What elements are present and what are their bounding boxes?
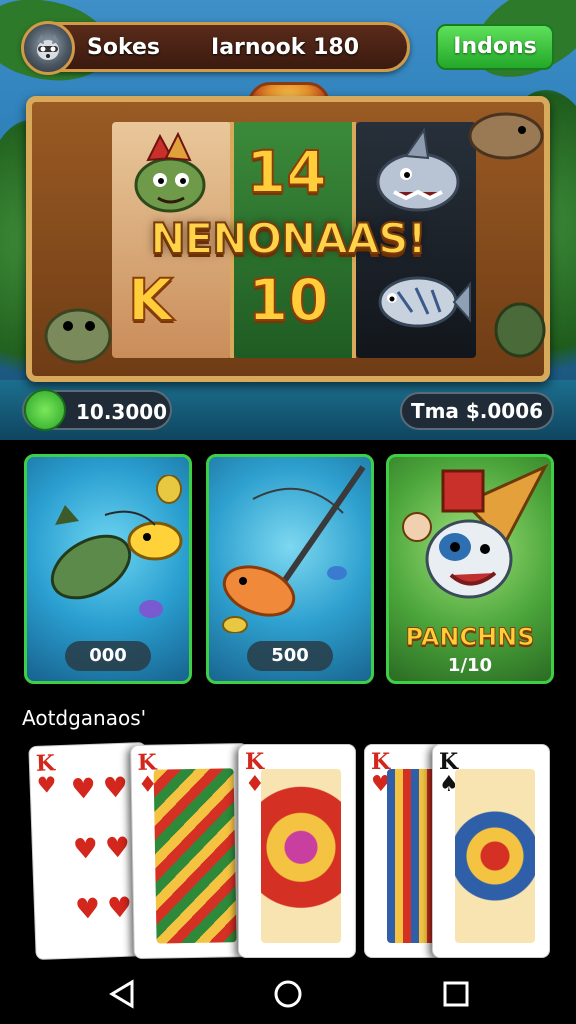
bet-pill: Tma $.0006 [400, 392, 554, 430]
section-title: Aotdganaos' [22, 706, 147, 730]
fish-game-icon [50, 475, 183, 618]
slot-game-scene: Sokes Iarnook 180 Indons 14 K 10 NENONAA… [0, 0, 576, 440]
heart-icon: ♥ [74, 891, 101, 926]
game-card-price: 000 [65, 641, 151, 671]
home-icon[interactable] [268, 974, 308, 1014]
playing-card[interactable]: K ♦ [238, 744, 356, 958]
game-card-fishing[interactable]: 000 [24, 454, 192, 684]
frog-statue-icon [44, 308, 112, 364]
system-nav-bar [0, 962, 576, 1024]
back-icon[interactable] [102, 974, 142, 1014]
win-banner: NENONAAS! [149, 213, 427, 264]
shield-ornament-icon [494, 302, 546, 358]
card-artwork [153, 768, 237, 944]
avatar[interactable] [21, 21, 75, 75]
balance-value: 10.3000 [76, 400, 168, 424]
playing-card[interactable]: K ♦ [130, 742, 252, 960]
raccoon-avatar-icon [37, 34, 59, 60]
heart-icon: ♥ [72, 831, 99, 866]
balance-label: Iarnook 180 [211, 35, 359, 60]
reel-symbol-14: 14 [245, 137, 328, 207]
cash-icon [24, 389, 66, 431]
shark-icon [376, 127, 460, 212]
heart-icon: ♥ [102, 770, 129, 805]
heart-icon: ♥ [70, 771, 97, 806]
playing-card[interactable]: K ♠ [432, 744, 550, 958]
fish-icon [378, 276, 471, 328]
recents-icon[interactable] [436, 974, 476, 1014]
harpoon-game-icon [222, 465, 366, 633]
card-artwork [261, 769, 341, 943]
game-card-price: 1/10 [447, 655, 493, 676]
player-info-bar: Sokes Iarnook 180 [21, 21, 410, 75]
game-card-price: 500 [247, 641, 333, 671]
card-artwork [455, 769, 535, 943]
jester-fish-icon [134, 131, 206, 213]
balance-pill: 10.3000 [22, 389, 172, 431]
card-rank: K ♥ [35, 750, 57, 799]
heart-icon: ♥ [106, 890, 133, 925]
reel-symbol-10: 10 [247, 265, 330, 335]
reel-symbol-k: K [127, 265, 174, 335]
game-card-spear-fishing[interactable]: 500 [206, 454, 374, 684]
turtle-head-icon [468, 112, 544, 160]
player-name: Sokes [87, 35, 161, 60]
jester-character-icon [402, 463, 549, 599]
heart-icon: ♥ [104, 830, 131, 865]
game-card-panchns[interactable]: PANCHNS 1/10 [386, 454, 554, 684]
game-card-title: PANCHNS [405, 623, 535, 652]
action-button[interactable]: Indons [436, 24, 554, 70]
